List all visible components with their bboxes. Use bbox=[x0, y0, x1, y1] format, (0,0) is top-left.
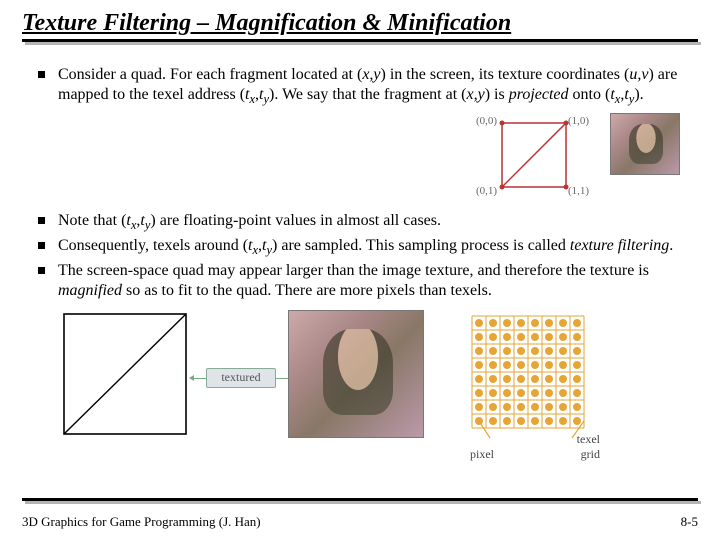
texture-thumbnail-large bbox=[288, 310, 424, 438]
bullet-2: Note that (tx,ty) are floating-point val… bbox=[22, 211, 698, 234]
texel-grid-icon bbox=[464, 310, 594, 444]
row2-figures: textured bbox=[58, 310, 698, 460]
slide: Texture Filtering – Magnification & Mini… bbox=[0, 0, 720, 540]
arrow-left-icon bbox=[189, 375, 194, 381]
textured-label: textured bbox=[206, 368, 276, 388]
pixel-caption: pixel bbox=[470, 447, 494, 462]
textured-text: textured bbox=[221, 370, 260, 385]
footer-left: 3D Graphics for Game Programming (J. Han… bbox=[22, 514, 261, 530]
bullet-list-2: Note that (tx,ty) are floating-point val… bbox=[22, 211, 698, 302]
corner-01: (0,1) bbox=[476, 185, 497, 197]
texture-thumbnail-small bbox=[610, 113, 680, 175]
footer-rule bbox=[22, 498, 698, 506]
unit-square-figure: (0,0) (1,0) (0,1) (1,1) bbox=[474, 113, 594, 199]
bullet-1: Consider a quad. For each fragment locat… bbox=[22, 65, 698, 109]
quad-figure bbox=[58, 310, 194, 440]
corner-00: (0,0) bbox=[476, 115, 497, 127]
bullet-list: Consider a quad. For each fragment locat… bbox=[22, 65, 698, 109]
bullet-3: Consequently, texels around (tx,ty) are … bbox=[22, 236, 698, 259]
slide-title: Texture Filtering – Magnification & Mini… bbox=[22, 10, 698, 37]
quad-icon bbox=[58, 310, 194, 440]
footer-right: 8-5 bbox=[681, 514, 698, 530]
texel-grid-figure: pixel texel grid bbox=[464, 310, 594, 460]
footer: 3D Graphics for Game Programming (J. Han… bbox=[22, 514, 698, 530]
corner-11: (1,1) bbox=[568, 185, 589, 197]
corner-10: (1,0) bbox=[568, 115, 589, 127]
row1-figures: (0,0) (1,0) (0,1) (1,1) bbox=[22, 113, 680, 199]
title-rule bbox=[22, 39, 698, 47]
texel-grid-caption: texel grid bbox=[577, 432, 600, 462]
bullet-4: The screen-space quad may appear larger … bbox=[22, 261, 698, 302]
